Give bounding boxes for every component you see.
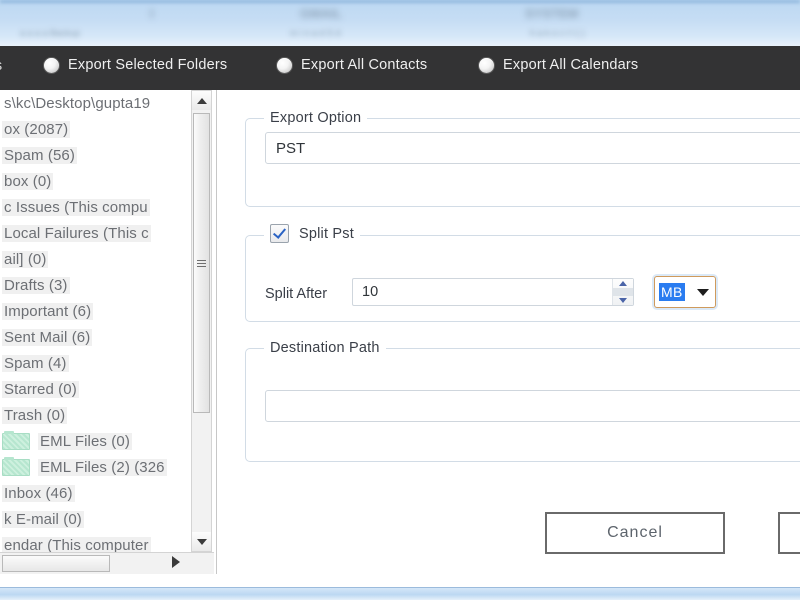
chrome-hairline (0, 0, 800, 3)
chrome-ghost-subtext-3: h a k o c t l ( ) (530, 28, 585, 38)
folder-icon (2, 459, 30, 476)
split-after-spinner[interactable]: 10 (352, 278, 634, 306)
grip-icon (197, 260, 206, 267)
folder-tree-row-label: Important (6) (2, 303, 93, 320)
folder-tree-row-label: Sent Mail (6) (2, 329, 92, 346)
split-after-label: Split After (265, 286, 327, 302)
status-bar (0, 587, 800, 600)
folder-tree-row-label: Local Failures (This c (2, 225, 151, 242)
folder-tree-row-label: k E-mail (0) (2, 511, 84, 528)
radio-unselected-icon (479, 58, 494, 73)
next-button[interactable] (778, 512, 800, 554)
export-settings-panel: Export Option PST Split Pst Split After … (217, 90, 800, 574)
folder-tree-row[interactable]: Sent Mail (6) (0, 324, 190, 350)
folder-tree-row[interactable]: k E-mail (0) (0, 506, 190, 532)
folder-tree-row-label: Trash (0) (2, 407, 67, 424)
folder-tree-row-label: Spam (56) (2, 147, 77, 164)
folder-tree-horizontal-scrollbar[interactable] (0, 552, 214, 574)
spinner-down-icon (619, 298, 627, 303)
folder-tree-vertical-scrollbar[interactable] (191, 90, 212, 552)
radio-export-all-calendars[interactable]: Export All Calendars (479, 57, 638, 73)
export-mode-toolbar: ers Export Selected Folders Export All C… (0, 46, 800, 91)
folder-tree-row-label: ail] (0) (2, 251, 48, 268)
split-unit-combo[interactable]: MB (654, 276, 716, 308)
radio-export-selected-folders[interactable]: Export Selected Folders (44, 57, 227, 73)
radio-label-export-selected-folders: Export Selected Folders (68, 57, 227, 73)
split-pst-checkbox[interactable] (270, 224, 289, 243)
split-pst-label: Split Pst (299, 226, 354, 242)
folder-tree-row[interactable]: ox (2087) (0, 116, 190, 142)
folder-tree-row[interactable]: Drafts (3) (0, 272, 190, 298)
split-pst-legend: Split Pst (264, 224, 360, 247)
folder-tree-pane: s\kc\Desktop\gupta19 ox (2087) Spam (56) bo… (0, 90, 217, 574)
export-wizard-window: I GMAIL SYSTEM a a a a Backup m i n a d … (0, 0, 800, 600)
chrome-ghost-text-3: SYSTEM (525, 6, 578, 21)
folder-tree-row-label: Drafts (3) (2, 277, 70, 294)
folder-tree-row[interactable]: box (0) (0, 168, 190, 194)
export-option-legend: Export Option (264, 110, 367, 126)
spinner-increment-button[interactable] (613, 279, 633, 288)
chrome-ghost-text-1: I (150, 6, 154, 21)
folder-tree-row-label: endar (This computer (2, 537, 151, 553)
radio-export-all-contacts[interactable]: Export All Contacts (277, 57, 427, 73)
chevron-up-icon (197, 98, 207, 104)
destination-path-input[interactable] (265, 390, 800, 422)
chrome-ghost-text-2: GMAIL (300, 6, 342, 21)
folder-tree-row[interactable]: Spam (56) (0, 142, 190, 168)
folder-tree-row[interactable]: EML Files (2) (326 (0, 454, 190, 480)
folder-tree-row[interactable]: endar (This computer (0, 532, 190, 552)
vertical-scrollbar-thumb[interactable] (193, 113, 210, 413)
chevron-down-icon[interactable] (697, 289, 709, 296)
folder-tree-row[interactable]: Local Failures (This c (0, 220, 190, 246)
folder-tree-row-label: EML Files (0) (38, 433, 132, 450)
horizontal-scrollbar-thumb[interactable] (2, 555, 110, 572)
destination-path-legend: Destination Path (264, 340, 386, 356)
folder-tree-row[interactable]: Starred (0) (0, 376, 190, 402)
folder-tree-row-label: Starred (0) (2, 381, 79, 398)
export-format-combo[interactable]: PST (265, 132, 800, 164)
chrome-ghost-subtext-1: a a a a Backup (20, 28, 80, 38)
spinner-up-icon (619, 281, 627, 286)
spinner-decrement-button[interactable] (613, 296, 633, 305)
folder-tree-row[interactable]: s\kc\Desktop\gupta19 (0, 90, 190, 116)
folder-tree-row-label: Spam (4) (2, 355, 69, 372)
folder-tree-row-label: s\kc\Desktop\gupta19 (2, 95, 152, 112)
toolbar-truncated-label: ers (0, 58, 2, 74)
split-unit-value: MB (659, 283, 685, 301)
folder-tree-row-label: ox (2087) (2, 121, 70, 138)
folder-tree-row[interactable]: Trash (0) (0, 402, 190, 428)
folder-tree-row[interactable]: ail] (0) (0, 246, 190, 272)
scroll-down-button[interactable] (192, 532, 211, 551)
split-pst-group: Split Pst (245, 224, 800, 322)
split-after-value[interactable]: 10 (353, 284, 612, 300)
radio-label-export-all-contacts: Export All Contacts (301, 57, 427, 73)
radio-label-export-all-calendars: Export All Calendars (503, 57, 638, 73)
radio-unselected-icon (277, 58, 292, 73)
folder-tree-row[interactable]: Inbox (46) (0, 480, 190, 506)
folder-tree-row[interactable]: Important (6) (0, 298, 190, 324)
folder-tree-row-label: c Issues (This compu (2, 199, 150, 216)
folder-tree-row[interactable]: EML Files (0) (0, 428, 190, 454)
spinner-buttons[interactable] (612, 279, 633, 305)
scroll-up-button[interactable] (192, 91, 211, 110)
chevron-right-icon[interactable] (172, 556, 180, 568)
folder-tree-row-label: EML Files (2) (326 (38, 459, 167, 476)
folder-icon (2, 433, 30, 450)
cancel-button[interactable]: Cancel (545, 512, 725, 554)
folder-tree-row[interactable]: c Issues (This compu (0, 194, 190, 220)
spinner-divider (613, 288, 633, 297)
folder-tree-list[interactable]: s\kc\Desktop\gupta19 ox (2087) Spam (56) bo… (0, 90, 190, 552)
radio-unselected-icon (44, 58, 59, 73)
folder-tree-row[interactable]: Spam (4) (0, 350, 190, 376)
chevron-down-icon (197, 539, 207, 545)
chrome-ghost-subtext-2: m i n a d S d (290, 28, 341, 38)
folder-tree-row-label: Inbox (46) (2, 485, 75, 502)
folder-tree-row-label: box (0) (2, 173, 53, 190)
window-chrome-bar: I GMAIL SYSTEM a a a a Backup m i n a d … (0, 0, 800, 48)
